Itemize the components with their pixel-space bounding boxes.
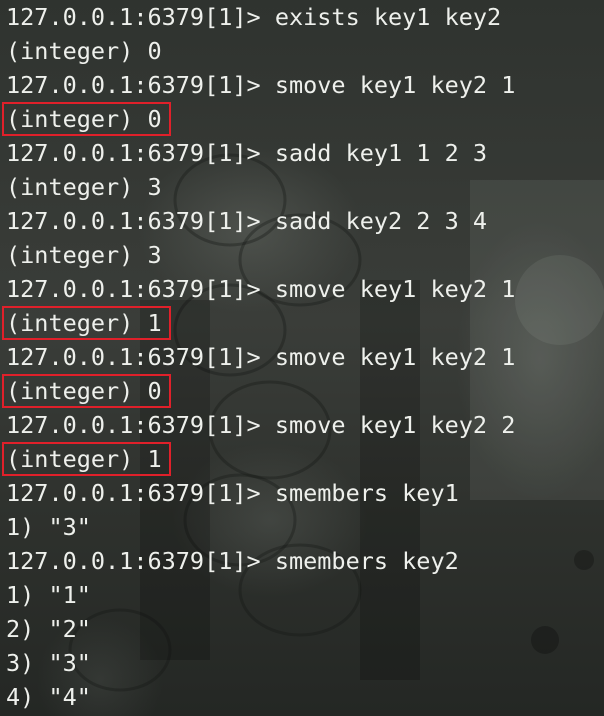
command-text: smove key1 key2 2 xyxy=(274,411,516,439)
command-text: smembers key2 xyxy=(274,547,459,575)
output-line: (integer) 0 xyxy=(2,374,604,408)
output-text: 2) "2" xyxy=(6,615,91,643)
command-text: smove key1 key2 1 xyxy=(274,71,516,99)
command-line: 127.0.0.1:6379[1]> exists key1 key2 xyxy=(6,0,604,34)
terminal-window[interactable]: 127.0.0.1:6379[1]> exists key1 key2 (inte… xyxy=(0,0,604,716)
prompt: 127.0.0.1:6379[1]> xyxy=(6,207,261,235)
command-text: sadd key1 1 2 3 xyxy=(274,139,488,167)
output-text: 3) "3" xyxy=(6,649,91,677)
command-line: 127.0.0.1:6379[1]> sadd key1 1 2 3 xyxy=(6,136,604,170)
output-line: (integer) 1 xyxy=(2,306,604,340)
output-line: (integer) 3 xyxy=(6,170,604,204)
output-text: (integer) 3 xyxy=(6,173,162,201)
command-line: 127.0.0.1:6379[1]> smove key1 key2 1 xyxy=(6,68,604,102)
prompt: 127.0.0.1:6379[1]> xyxy=(6,71,261,99)
command-text: smembers key1 xyxy=(274,479,459,507)
output-text: (integer) 3 xyxy=(6,241,162,269)
prompt: 127.0.0.1:6379[1]> xyxy=(6,139,261,167)
output-text: 4) "4" xyxy=(6,683,91,711)
prompt: 127.0.0.1:6379[1]> xyxy=(6,479,261,507)
output-line: 2) "2" xyxy=(6,612,604,646)
command-line: 127.0.0.1:6379[1]> smove key1 key2 2 xyxy=(6,408,604,442)
output-line: (integer) 0 xyxy=(2,102,604,136)
terminal-output: 127.0.0.1:6379[1]> exists key1 key2 (inte… xyxy=(0,0,604,714)
prompt: 127.0.0.1:6379[1]> xyxy=(6,411,261,439)
prompt: 127.0.0.1:6379[1]> xyxy=(6,3,261,31)
highlighted-output: (integer) 0 xyxy=(2,102,171,136)
command-text: exists key1 key2 xyxy=(274,3,502,31)
output-line: 4) "4" xyxy=(6,680,604,714)
command-text: smove key1 key2 1 xyxy=(274,275,516,303)
command-text: smove key1 key2 1 xyxy=(274,343,516,371)
highlighted-output: (integer) 1 xyxy=(2,442,171,476)
prompt: 127.0.0.1:6379[1]> xyxy=(6,343,261,371)
output-text: (integer) 0 xyxy=(6,37,162,65)
output-line: (integer) 0 xyxy=(6,34,604,68)
command-line: 127.0.0.1:6379[1]> smove key1 key2 1 xyxy=(6,272,604,306)
output-line: 1) "1" xyxy=(6,578,604,612)
prompt: 127.0.0.1:6379[1]> xyxy=(6,547,261,575)
highlighted-output: (integer) 0 xyxy=(2,374,171,408)
highlighted-output: (integer) 1 xyxy=(2,306,171,340)
output-line: (integer) 3 xyxy=(6,238,604,272)
command-text: sadd key2 2 3 4 xyxy=(274,207,488,235)
command-line: 127.0.0.1:6379[1]> smembers key2 xyxy=(6,544,604,578)
prompt: 127.0.0.1:6379[1]> xyxy=(6,275,261,303)
command-line: 127.0.0.1:6379[1]> sadd key2 2 3 4 xyxy=(6,204,604,238)
output-line: 3) "3" xyxy=(6,646,604,680)
command-line: 127.0.0.1:6379[1]> smove key1 key2 1 xyxy=(6,340,604,374)
output-line: (integer) 1 xyxy=(2,442,604,476)
command-line: 127.0.0.1:6379[1]> smembers key1 xyxy=(6,476,604,510)
output-text: 1) "1" xyxy=(6,581,91,609)
output-text: 1) "3" xyxy=(6,513,91,541)
output-line: 1) "3" xyxy=(6,510,604,544)
